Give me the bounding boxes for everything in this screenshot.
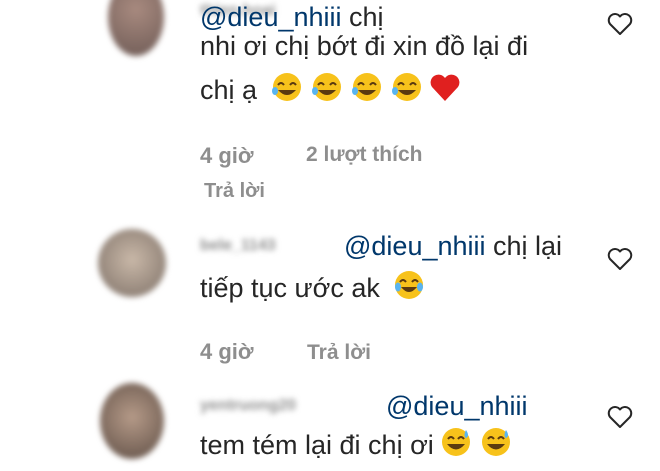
comment-text-line: @dieu_nhiii chị lại bbox=[200, 229, 562, 263]
reply-button[interactable]: Trả lời bbox=[204, 180, 265, 203]
rofl-emoji-icon bbox=[389, 71, 425, 111]
comment-text: chị lại bbox=[493, 231, 563, 261]
sweat-smile-emoji-icon bbox=[438, 426, 474, 466]
comment-text: tem tém lại đi chị ơi bbox=[200, 430, 434, 460]
mention-link[interactable]: @dieu_nhiii bbox=[344, 231, 486, 261]
rofl-emoji-icon bbox=[269, 71, 305, 111]
comment-text-line: nhi ơi chị bớt đi xin đồ lại đi bbox=[200, 31, 529, 61]
sweat-smile-emoji-icon bbox=[478, 426, 514, 466]
rofl-emoji-icon bbox=[309, 71, 345, 111]
comment-text-line: tiếp tục ước ak bbox=[200, 269, 427, 309]
comment-text: chị bbox=[349, 2, 384, 32]
comment-time: 4 giờ bbox=[200, 143, 254, 168]
mention-link[interactable]: @dieu_nhiii bbox=[200, 2, 342, 32]
comment-text: chị ạ bbox=[200, 75, 258, 105]
tears-of-joy-emoji-icon bbox=[391, 269, 427, 309]
rofl-emoji-icon bbox=[349, 71, 385, 111]
comment-time: 4 giờ bbox=[200, 339, 254, 364]
likes-count[interactable]: 2 lượt thích bbox=[306, 143, 422, 167]
comment-text-line: @dieu_nhiii bbox=[200, 389, 528, 423]
avatar[interactable] bbox=[100, 383, 164, 459]
comment-1: thien.hoai @dieu_nhiii chị nhi ơi chị bớ… bbox=[0, 0, 660, 215]
mention-link[interactable]: @dieu_nhiii bbox=[386, 391, 528, 421]
comment-text-line: tem tém lại đi chị ơi bbox=[200, 426, 514, 466]
comment-text-line: chị ạ bbox=[200, 71, 461, 111]
reply-button[interactable]: Trả lời bbox=[307, 341, 371, 365]
comment-text: tiếp tục ước ak bbox=[200, 273, 380, 303]
avatar[interactable] bbox=[98, 229, 166, 297]
comment-3: yentruong20 @dieu_nhiii tem tém lại đi c… bbox=[0, 365, 660, 471]
red-heart-emoji-icon bbox=[429, 73, 461, 111]
comment-2: bele_1143 @dieu_nhiii chị lại tiếp tục ư… bbox=[0, 215, 660, 365]
like-heart-icon[interactable] bbox=[606, 245, 634, 273]
avatar[interactable] bbox=[108, 0, 164, 56]
like-heart-icon[interactable] bbox=[606, 10, 634, 38]
like-heart-icon[interactable] bbox=[606, 403, 634, 431]
